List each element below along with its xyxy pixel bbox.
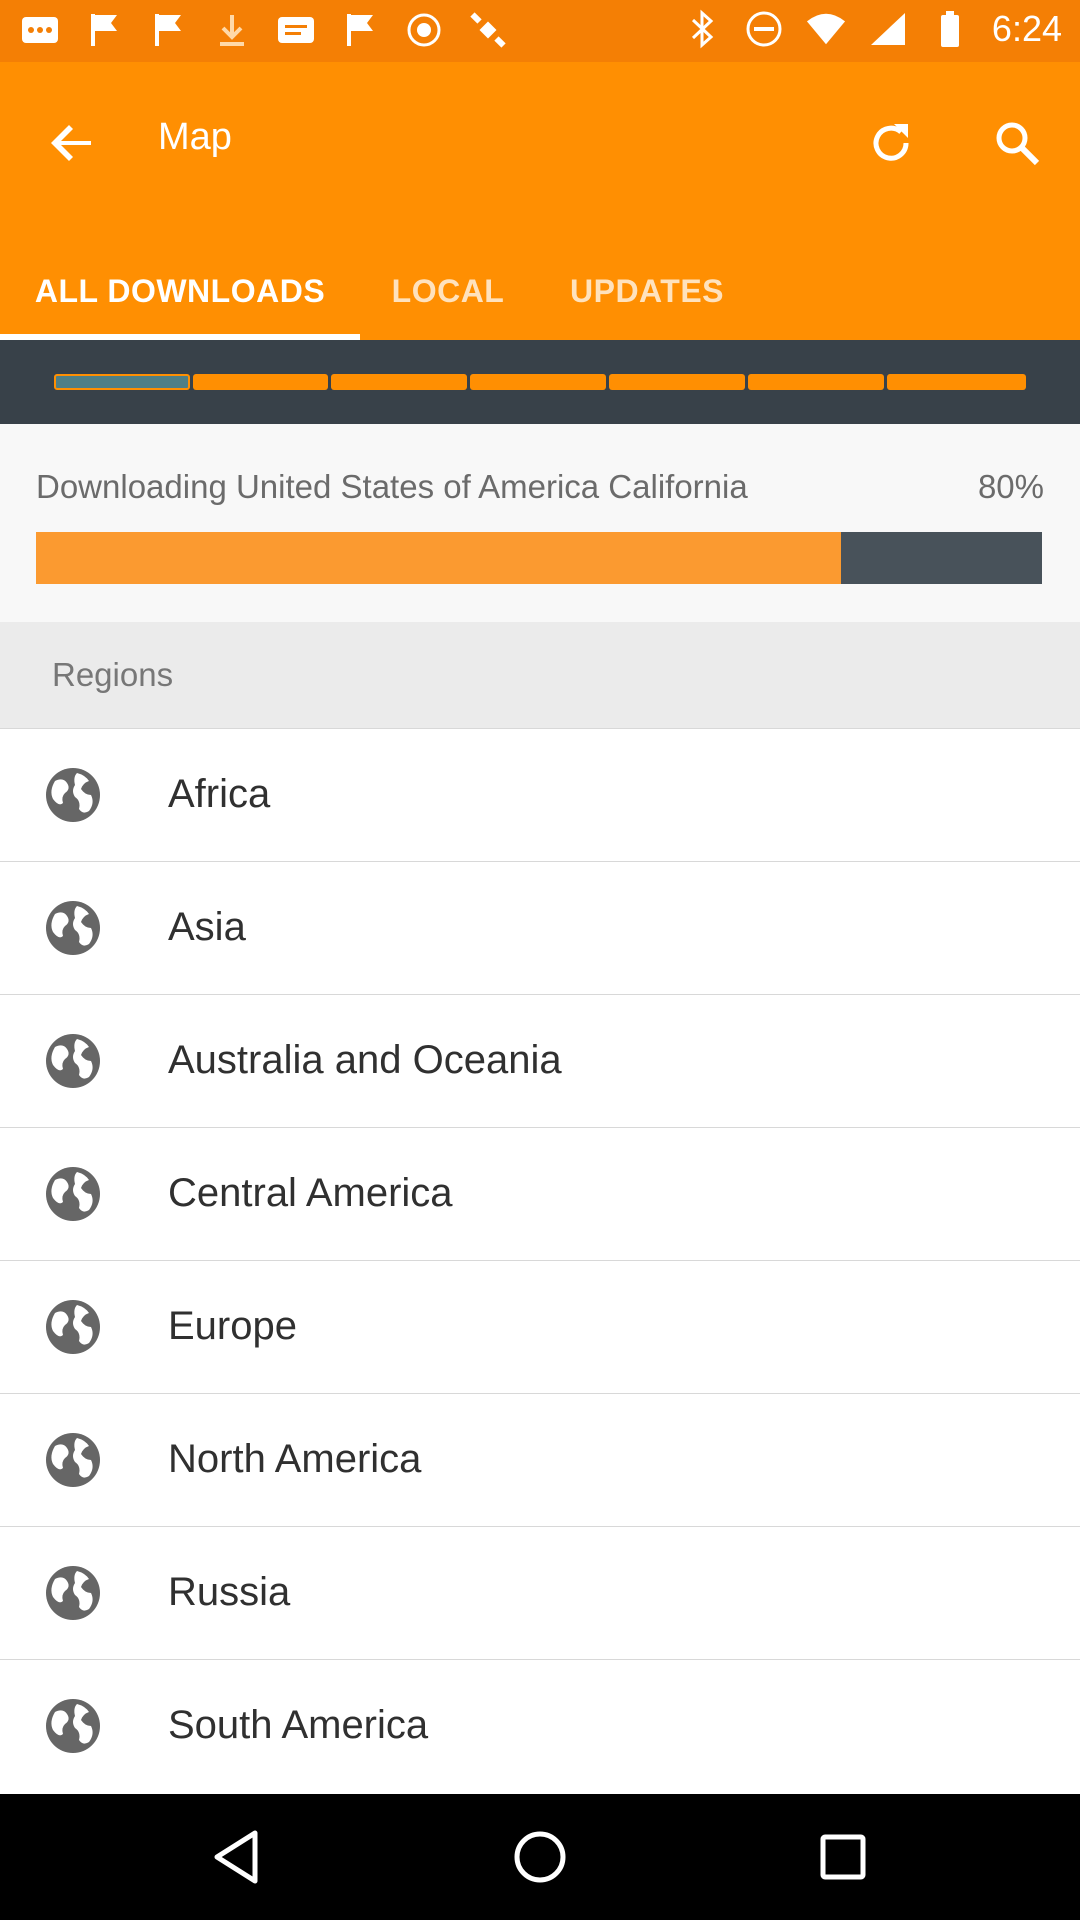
flag-icon [340,10,380,50]
progress-segment [193,374,328,390]
download-card: Downloading United States of America Cal… [0,424,1080,622]
tab-all-downloads[interactable]: ALL DOWNLOADS [0,242,360,340]
progress-segment [887,374,1026,390]
download-progress-fill [36,532,841,584]
globe-icon [46,1300,100,1354]
region-list-item[interactable]: Europe [0,1260,1080,1393]
tab-updates[interactable]: UPDATES [536,242,758,340]
tab-bar: ALL DOWNLOADS LOCAL UPDATES [0,242,1080,340]
region-label: Russia [168,1570,291,1614]
region-list-item[interactable]: Australia and Oceania [0,994,1080,1127]
battery-icon [930,9,970,49]
notification-icons [20,10,508,50]
progress-segment [331,374,467,390]
globe-icon [46,901,100,955]
back-button[interactable] [40,110,106,176]
globe-icon [46,1034,100,1088]
search-icon [996,122,1040,166]
nav-home-icon [514,1831,566,1883]
region-list-item[interactable]: Asia [0,861,1080,994]
regions-section-header: Regions [0,622,1080,728]
download-progress-bar [36,532,1042,584]
download-segments [0,340,1080,424]
signal-icon [868,9,908,49]
region-label: Africa [168,772,271,816]
navigation-bar [0,1794,1080,1920]
download-percent: 80% [977,468,1044,505]
clock: 6:24 [991,8,1062,49]
region-list-item[interactable]: Africa [0,728,1080,861]
region-label: North America [168,1437,422,1481]
message-icon [276,10,316,50]
tab-local[interactable]: LOCAL [360,242,536,340]
page-title: Map [158,116,232,158]
progress-segment [748,374,884,390]
refresh-icon [873,124,909,161]
globe-icon [46,1566,100,1620]
region-label: Central America [168,1171,453,1215]
dnd-icon [744,9,784,49]
flag-icon [148,10,188,50]
nav-home-button[interactable] [507,1824,573,1890]
progress-segment [470,374,606,390]
system-status: 6:24 [682,8,1062,50]
globe-icon [46,768,100,822]
satellite-icon [468,10,508,50]
message-icon [20,10,60,50]
regions-header-label: Regions [52,656,174,693]
region-label: Asia [168,905,246,949]
globe-icon [46,1167,100,1221]
globe-icon [46,1699,100,1753]
region-label: South America [168,1703,429,1747]
region-label: Australia and Oceania [168,1038,562,1082]
bluetooth-icon [682,9,722,49]
region-list-item[interactable]: South America [0,1659,1080,1792]
region-list-item[interactable]: North America [0,1393,1080,1526]
app-bar: Map ALL DOWNLOADS LOCAL UPDATES [0,62,1080,340]
progress-segment [54,374,190,390]
progress-segment [609,374,745,390]
arrow-back-icon [51,125,91,161]
download-status-text: Downloading United States of America Cal… [36,468,748,505]
status-bar: 6:24 [0,0,1080,62]
record-icon [404,10,444,50]
nav-back-icon [214,1830,258,1884]
nav-back-button[interactable] [203,1824,269,1890]
region-list: Africa Asia Australia and Oceania Central A… [0,728,1080,1792]
refresh-button[interactable] [858,110,924,176]
search-button[interactable] [984,110,1050,176]
flag-icon [84,10,124,50]
download-icon [212,10,252,50]
region-list-item[interactable]: Central America [0,1127,1080,1260]
nav-recents-button[interactable] [810,1824,876,1890]
wifi-icon [806,9,846,49]
region-list-item[interactable]: Russia [0,1526,1080,1659]
globe-icon [46,1433,100,1487]
nav-recents-icon [820,1834,866,1880]
region-label: Europe [168,1304,297,1348]
